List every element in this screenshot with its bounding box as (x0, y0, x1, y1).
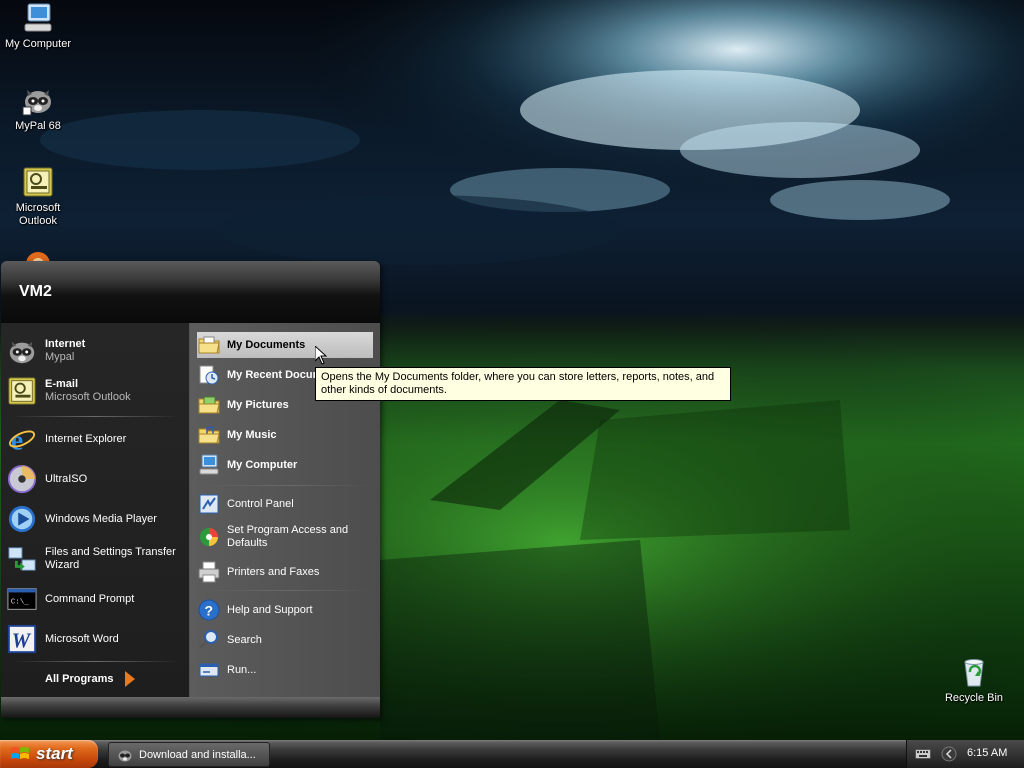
help-and-support[interactable]: ? Help and Support (197, 597, 373, 623)
desktop-icon-label: MyPal 68 (15, 120, 61, 132)
windows-logo-icon (10, 745, 30, 763)
keyboard-icon[interactable] (915, 748, 931, 763)
help-label: Run... (227, 664, 257, 676)
word-icon: W (7, 624, 37, 654)
setting-program-access-defaults[interactable]: Set Program Access and Defaults (197, 521, 373, 553)
place-label: My Documents (227, 339, 306, 351)
start-button[interactable]: start (0, 740, 98, 768)
place-label: My Music (227, 429, 277, 441)
separator (198, 590, 370, 591)
mypal-icon (7, 336, 37, 366)
music-folder-icon (198, 424, 220, 446)
my-computer-icon (198, 454, 220, 476)
program-internet-explorer[interactable]: e Internet Explorer (7, 423, 183, 456)
desktop-icon-label: Microsoft Outlook (15, 202, 61, 227)
desktop-icon-mypal[interactable]: MyPal 68 (0, 84, 78, 133)
help-label: Search (227, 634, 262, 646)
place-label: My Pictures (227, 399, 289, 411)
media-player-icon (7, 504, 37, 534)
program-label: Command Prompt (45, 593, 135, 605)
search[interactable]: Search (197, 627, 373, 653)
program-label: Files and Settings Transfer Wizard (45, 546, 176, 571)
desktop-icon-outlook[interactable]: Microsoft Outlook (0, 166, 78, 228)
desktop-icon-my-computer[interactable]: My Computer (0, 2, 78, 51)
start-menu: VM2 Internet Mypal E-mail Microsoft Outl… (1, 261, 380, 718)
taskbar-button-label: Download and installa... (139, 748, 256, 761)
search-icon (198, 629, 220, 651)
arrow-right-icon (125, 671, 136, 687)
command-prompt-icon: C:\_ (7, 584, 37, 614)
pinned-title: Internet (45, 338, 86, 350)
internet-explorer-icon: e (7, 424, 37, 456)
pinned-subtitle: Mypal (45, 351, 75, 363)
place-label: My Computer (227, 459, 298, 471)
system-tray: 6:15 AM (906, 740, 1024, 768)
program-windows-media-player[interactable]: Windows Media Player (7, 503, 183, 535)
tooltip: Opens the My Documents folder, where you… (315, 367, 731, 401)
all-programs-label: All Programs (45, 673, 114, 685)
start-menu-programs-column: Internet Mypal E-mail Microsoft Outlook … (1, 323, 190, 697)
pinned-internet[interactable]: Internet Mypal (7, 335, 183, 367)
program-defaults-icon (198, 526, 220, 548)
start-label: start (36, 744, 73, 763)
pinned-subtitle: Microsoft Outlook (45, 391, 131, 403)
desktop-icon-recycle-bin[interactable]: Recycle Bin (934, 656, 1014, 705)
printer-icon (198, 561, 220, 583)
taskbar-button-download[interactable]: Download and installa... (108, 742, 270, 767)
all-programs-button[interactable]: All Programs (45, 671, 136, 687)
program-microsoft-word[interactable]: W Microsoft Word (7, 623, 183, 655)
separator (11, 416, 179, 417)
help-label: Help and Support (227, 604, 313, 616)
program-label: UltraISO (45, 473, 88, 485)
svg-text:W: W (12, 630, 32, 652)
program-label: Internet Explorer (45, 433, 127, 445)
taskbar: start Download and installa... 6:15 AM (0, 740, 1024, 768)
program-files-settings-transfer[interactable]: Files and Settings Transfer Wizard (7, 543, 183, 575)
documents-folder-icon (198, 334, 220, 356)
separator (11, 661, 179, 662)
program-command-prompt[interactable]: C:\_ Command Prompt (7, 583, 183, 615)
ultraiso-icon (7, 464, 37, 494)
start-menu-header: VM2 (1, 261, 380, 323)
separator (198, 485, 370, 486)
outlook-icon (22, 166, 54, 198)
place-my-music[interactable]: My Music (197, 422, 373, 448)
setting-control-panel[interactable]: Control Panel (197, 491, 373, 517)
svg-text:?: ? (205, 603, 214, 619)
pictures-folder-icon (198, 394, 220, 416)
place-my-documents[interactable]: My Documents (197, 332, 373, 358)
clock[interactable]: 6:15 AM (967, 747, 1007, 759)
setting-label: Control Panel (227, 498, 294, 510)
run[interactable]: Run... (197, 657, 373, 683)
program-ultraiso[interactable]: UltraISO (7, 463, 183, 495)
user-name: VM2 (19, 283, 52, 300)
pinned-title: E-mail (45, 378, 79, 390)
start-menu-footer (1, 697, 380, 718)
help-icon: ? (198, 599, 220, 621)
program-label: Windows Media Player (45, 513, 157, 525)
recent-documents-icon (198, 364, 220, 386)
my-computer-icon (22, 2, 54, 34)
pinned-email[interactable]: E-mail Microsoft Outlook (7, 375, 183, 407)
run-icon (198, 659, 220, 681)
transfer-wizard-icon (7, 544, 37, 574)
desktop-icon-label: Recycle Bin (944, 692, 1004, 704)
control-panel-icon (198, 493, 220, 515)
mouse-cursor-icon (314, 344, 328, 368)
setting-label: Set Program Access and Defaults (227, 524, 349, 549)
setting-printers-faxes[interactable]: Printers and Faxes (197, 559, 373, 585)
program-label: Microsoft Word (45, 633, 119, 645)
desktop-icon-label: My Computer (4, 38, 72, 50)
setting-label: Printers and Faxes (227, 566, 320, 578)
place-my-computer[interactable]: My Computer (197, 452, 373, 478)
svg-text:C:\_: C:\_ (11, 599, 30, 607)
show-hidden-icons-icon[interactable] (941, 746, 957, 765)
outlook-icon (7, 376, 37, 406)
recycle-bin-icon (958, 656, 990, 688)
mypal-icon (22, 84, 54, 116)
mypal-icon (117, 747, 133, 763)
